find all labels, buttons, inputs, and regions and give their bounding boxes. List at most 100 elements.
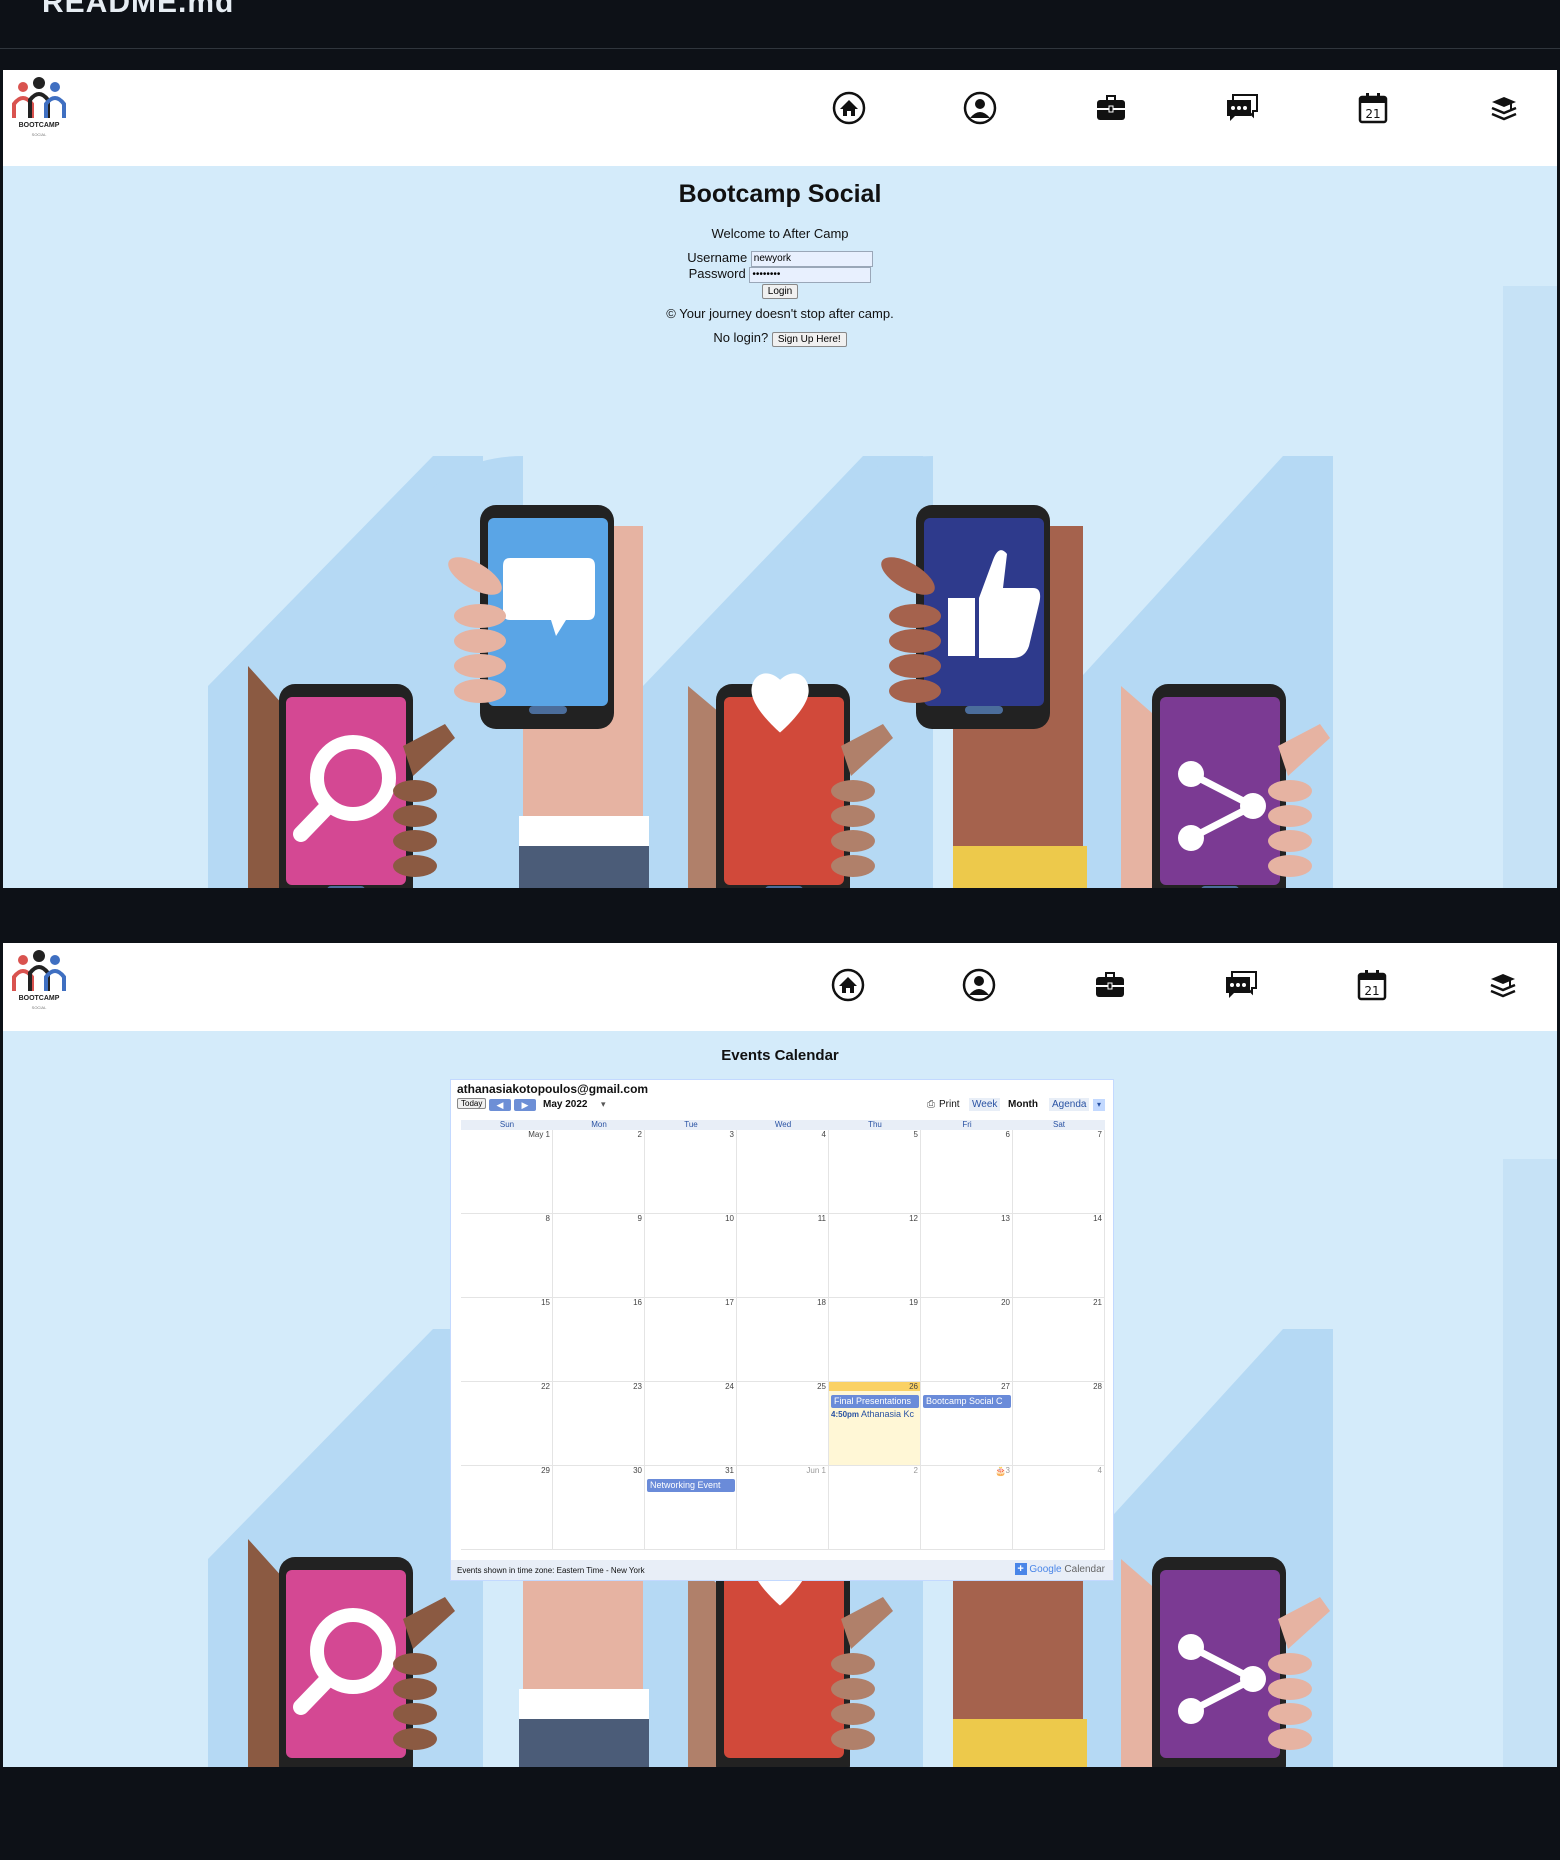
day-of-week-header: Sun	[461, 1120, 553, 1130]
logo-text: BOOTCAMP	[18, 122, 60, 129]
print-icon[interactable]: ⎙	[927, 1099, 935, 1110]
calendar-event[interactable]: Networking Event	[647, 1479, 735, 1492]
calendar-day-cell[interactable]: 10	[645, 1214, 737, 1298]
day-number: 19	[909, 1298, 918, 1307]
calendar-day-cell[interactable]: 23	[553, 1382, 645, 1466]
day-number: 9	[637, 1214, 642, 1223]
calendar-day-cell[interactable]: 15	[461, 1298, 553, 1382]
books-icon[interactable]	[1484, 88, 1524, 128]
briefcase-icon[interactable]	[1091, 88, 1131, 128]
calendar-screenshot: BOOTCAMP SOCIAL 21 Events Calendar athan…	[3, 943, 1557, 1767]
logo-text: BOOTCAMP	[18, 995, 60, 1002]
day-number: 12	[909, 1214, 918, 1223]
timezone-note: Events shown in time zone: Eastern Time …	[457, 1566, 645, 1575]
welcome-text: Welcome to After Camp	[711, 226, 849, 241]
calendar-day-cell[interactable]: 2	[553, 1130, 645, 1214]
calendar-day-cell[interactable]: 7	[1013, 1130, 1105, 1214]
cake-icon[interactable]: 🎂	[995, 1466, 1006, 1477]
day-number: 23	[633, 1382, 642, 1391]
calendar-day-cell[interactable]: 8	[461, 1214, 553, 1298]
logo-subtext: SOCIAL	[31, 132, 47, 137]
logo[interactable]: BOOTCAMP SOCIAL	[9, 947, 69, 1027]
day-number: 24	[725, 1382, 734, 1391]
calendar-day-cell[interactable]: 25	[737, 1382, 829, 1466]
briefcase-icon[interactable]	[1090, 965, 1130, 1005]
day-number: 14	[1093, 1214, 1102, 1223]
calendar-day-cell[interactable]: 16	[553, 1298, 645, 1382]
calendar-day-cell[interactable]: 11	[737, 1214, 829, 1298]
calendar-day-cell[interactable]: 17	[645, 1298, 737, 1382]
messages-icon[interactable]	[1221, 965, 1261, 1005]
day-number: 3	[729, 1130, 734, 1139]
day-of-week-header: Fri	[921, 1120, 1013, 1130]
username-label: Username	[687, 250, 748, 265]
calendar-day-cell[interactable]: 4	[1013, 1466, 1105, 1550]
tab-week[interactable]: Week	[969, 1098, 1001, 1111]
calendar-day-cell[interactable]: 20	[921, 1298, 1013, 1382]
day-number: 31	[725, 1466, 734, 1475]
calendar-day-cell[interactable]: 9	[553, 1214, 645, 1298]
calendar-event[interactable]: 4:50pm Athanasia Kc	[831, 1409, 919, 1419]
password-row: Password	[3, 266, 1557, 283]
calendar-day-cell[interactable]: 3	[921, 1466, 1013, 1550]
profile-icon[interactable]	[959, 965, 999, 1005]
day-number: 29	[541, 1466, 550, 1475]
calendar-day-cell[interactable]: 22	[461, 1382, 553, 1466]
calendar-day-cell[interactable]: 12	[829, 1214, 921, 1298]
calendar-day-cell[interactable]: Jun 1	[737, 1466, 829, 1550]
day-number: 13	[1001, 1214, 1010, 1223]
calendar-icon[interactable]: 21	[1353, 88, 1393, 128]
calendar-day-cell[interactable]: 29	[461, 1466, 553, 1550]
day-number: 18	[817, 1298, 826, 1307]
calendar-day-cell[interactable]: 28	[1013, 1382, 1105, 1466]
calendar-day-cell[interactable]: 6	[921, 1130, 1013, 1214]
month-label[interactable]: May 2022	[543, 1099, 587, 1110]
calendar-day-cell[interactable]: 2	[829, 1466, 921, 1550]
calendar-day-cell[interactable]: May 1	[461, 1130, 553, 1214]
calendar-day-cell[interactable]: 21	[1013, 1298, 1105, 1382]
calendar-event[interactable]: Final Presentations	[831, 1395, 919, 1408]
calendar-day-cell[interactable]: 4	[737, 1130, 829, 1214]
books-icon[interactable]	[1483, 965, 1523, 1005]
home-icon[interactable]	[829, 88, 869, 128]
tab-agenda[interactable]: Agenda	[1049, 1098, 1090, 1111]
calendar-day-cell[interactable]: 5	[829, 1130, 921, 1214]
prev-month-button[interactable]: ◀	[489, 1099, 511, 1111]
today-button[interactable]: Today	[457, 1098, 487, 1109]
calendar-footer: Events shown in time zone: Eastern Time …	[451, 1560, 1113, 1580]
calendar-icon[interactable]: 21	[1352, 965, 1392, 1005]
calendar-event[interactable]: Bootcamp Social C	[923, 1395, 1011, 1408]
month-dropdown-icon[interactable]: ▾	[601, 1099, 606, 1110]
day-of-week-header: Wed	[737, 1120, 829, 1130]
calendar-day-cell[interactable]: 19	[829, 1298, 921, 1382]
logo[interactable]: BOOTCAMP SOCIAL	[9, 74, 69, 154]
day-number: 27	[1001, 1382, 1010, 1391]
site-title: Bootcamp Social	[678, 180, 882, 208]
calendar-day-cell[interactable]: 13	[921, 1214, 1013, 1298]
day-number: 20	[1001, 1298, 1010, 1307]
username-input[interactable]	[750, 250, 873, 267]
calendar-day-cell[interactable]: 3	[645, 1130, 737, 1214]
day-number: 15	[541, 1298, 550, 1307]
tab-month[interactable]: Month	[1005, 1098, 1041, 1111]
day-number: May 1	[528, 1130, 550, 1139]
events-calendar-title: Events Calendar	[721, 1047, 839, 1064]
agenda-dropdown-icon[interactable]: ▾	[1093, 1099, 1105, 1111]
calendar-day-cell[interactable]: 14	[1013, 1214, 1105, 1298]
logo-people-icon	[12, 950, 66, 991]
calendar-day-cell[interactable]: 18	[737, 1298, 829, 1382]
profile-icon[interactable]	[960, 88, 1000, 128]
day-number: 30	[633, 1466, 642, 1475]
calendar-day-cell[interactable]: 24	[645, 1382, 737, 1466]
calendar-day-cell[interactable]: 30	[553, 1466, 645, 1550]
day-number: 25	[817, 1382, 826, 1391]
day-number: 22	[541, 1382, 550, 1391]
print-link[interactable]: Print	[939, 1099, 960, 1110]
divider	[0, 48, 1560, 49]
google-calendar-badge[interactable]: + Google Calendar	[1014, 1563, 1105, 1575]
day-number: Jun 1	[806, 1466, 826, 1475]
messages-icon[interactable]	[1222, 88, 1262, 128]
next-month-button[interactable]: ▶	[514, 1099, 536, 1111]
password-input[interactable]	[749, 266, 872, 283]
home-icon[interactable]	[828, 965, 868, 1005]
